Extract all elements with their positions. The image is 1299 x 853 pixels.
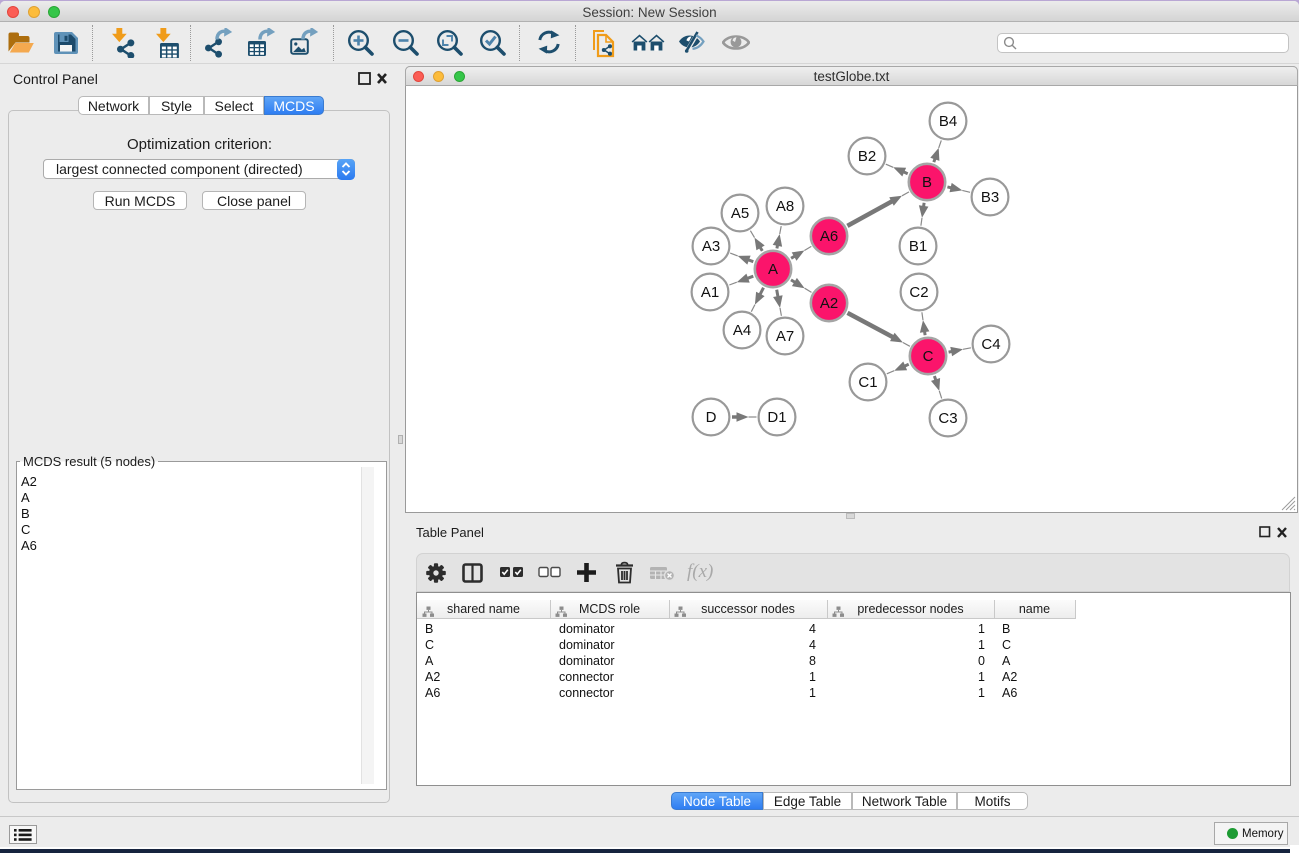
svg-text:A4: A4 [733,322,751,339]
svg-text:C: C [923,348,934,365]
svg-text:A: A [768,261,778,278]
svg-text:A7: A7 [776,328,794,345]
svg-text:D1: D1 [767,409,786,426]
svg-text:D: D [706,409,717,426]
svg-text:A5: A5 [731,205,749,222]
svg-text:C3: C3 [938,410,957,427]
svg-text:B4: B4 [939,113,957,130]
svg-text:A6: A6 [820,228,838,245]
svg-text:B2: B2 [858,148,876,165]
svg-text:A1: A1 [701,284,719,301]
svg-text:B1: B1 [909,238,927,255]
svg-text:B3: B3 [981,189,999,206]
svg-text:C4: C4 [981,336,1000,353]
svg-text:C1: C1 [858,374,877,391]
svg-text:A2: A2 [820,295,838,312]
svg-text:B: B [922,174,932,191]
svg-text:A3: A3 [702,238,720,255]
svg-text:A8: A8 [776,198,794,215]
svg-text:C2: C2 [909,284,928,301]
